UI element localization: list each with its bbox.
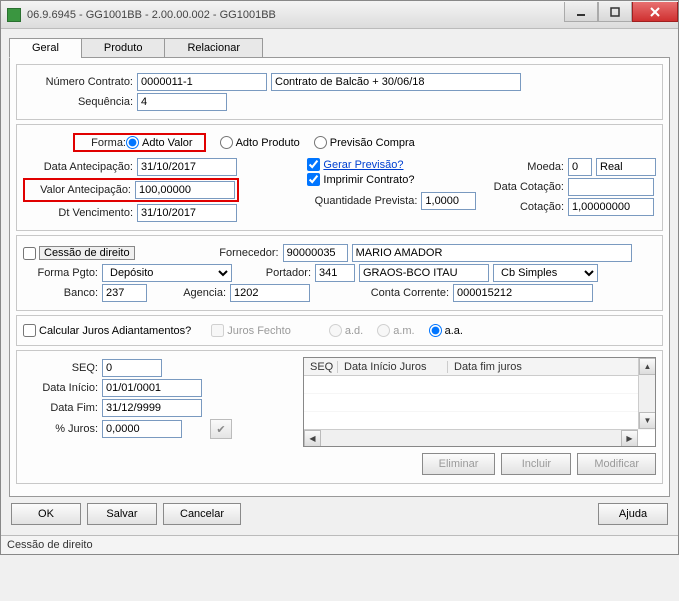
numero-contrato-label: Número Contrato: [23,76,133,88]
valor-antec-label: Valor Antecipação: [27,184,131,196]
portador-nome-field[interactable] [359,264,489,282]
group-antecipacao: Forma: Adto Valor Adto Produto Previsão … [16,124,663,231]
cotacao-field[interactable] [568,198,654,216]
ok-button[interactable]: OK [11,503,81,525]
scroll-left-icon[interactable]: ◀ [304,430,321,447]
dt-venc-field[interactable] [137,204,237,222]
app-icon [7,8,21,22]
data-antec-field[interactable] [137,158,237,176]
grid-vscroll[interactable]: ▲▼ [638,358,655,429]
grid-col-inicio: Data Início Juros [338,361,448,373]
data-fim-label: Data Fim: [23,402,98,414]
banco-field[interactable] [102,284,147,302]
sequencia-field[interactable] [137,93,227,111]
grid-col-seq: SEQ [304,361,338,373]
desc-contrato-field[interactable] [271,73,521,91]
modificar-button: Modificar [577,453,656,475]
sequencia-label: Sequência: [23,96,133,108]
qtd-prev-label: Quantidade Prevista: [307,195,417,207]
titlebar: 06.9.6945 - GG1001BB - 2.00.00.002 - GG1… [1,1,678,29]
check-imprimir-contrato[interactable]: Imprimir Contrato? [307,173,414,186]
radio-ad: a.d. [329,324,363,337]
ajuda-button[interactable]: Ajuda [598,503,668,525]
banco-label: Banco: [23,287,98,299]
radio-am: a.m. [377,324,414,337]
seq-label: SEQ: [23,362,98,374]
confirm-icon-button[interactable]: ✔ [210,419,232,439]
moeda-label: Moeda: [492,161,564,173]
check-calc-juros[interactable]: Calcular Juros Adiantamentos? [23,324,191,337]
forma-pgto-select[interactable]: Depósito [102,264,232,282]
data-antec-label: Data Antecipação: [23,161,133,173]
grid-body [304,376,655,430]
forma-pgto-label: Forma Pgto: [23,267,98,279]
moeda-field[interactable] [568,158,592,176]
window-title: 06.9.6945 - GG1001BB - 2.00.00.002 - GG1… [27,9,564,21]
incluir-button: Incluir [501,453,571,475]
check-juros-fechto: Juros Fechto [211,324,291,337]
agencia-label: Agencia: [151,287,226,299]
forma-label: Forma: [76,137,126,149]
cancelar-button[interactable]: Cancelar [163,503,241,525]
app-window: 06.9.6945 - GG1001BB - 2.00.00.002 - GG1… [0,0,679,555]
dt-venc-label: Dt Vencimento: [23,207,133,219]
tab-geral[interactable]: Geral [9,38,82,58]
tab-panel: Número Contrato: Sequência: Forma: Adto … [9,57,670,497]
data-inicio-field[interactable] [102,379,202,397]
data-inicio-label: Data Início: [23,382,98,394]
grid-hscroll[interactable]: ◀▶ [304,429,638,446]
fornecedor-label: Fornecedor: [179,247,279,259]
seq-field[interactable] [102,359,162,377]
moeda-desc-field[interactable] [596,158,656,176]
grid-col-fim: Data fim juros [448,361,655,373]
eliminar-button: Eliminar [422,453,496,475]
tab-relacionar[interactable]: Relacionar [164,38,263,58]
group-contrato: Número Contrato: Sequência: [16,64,663,120]
portador-cod-field[interactable] [315,264,355,282]
scroll-up-icon[interactable]: ▲ [639,358,656,375]
data-cot-field[interactable] [568,178,654,196]
data-cot-label: Data Cotação: [492,181,564,193]
qtd-prev-field[interactable] [421,192,476,210]
close-button[interactable] [632,2,678,22]
tab-produto[interactable]: Produto [81,38,166,58]
scroll-right-icon[interactable]: ▶ [621,430,638,447]
group-fornecedor: Cessão de direito Fornecedor: Forma Pgto… [16,235,663,311]
group-juros-detail: SEQ: Data Início: Data Fim: % Juros: ✔ S… [16,350,663,484]
scroll-down-icon[interactable]: ▼ [639,412,656,429]
valor-antec-field[interactable] [135,181,235,199]
group-juros-opts: Calcular Juros Adiantamentos? Juros Fech… [16,315,663,346]
status-bar: Cessão de direito [1,535,678,554]
conta-corrente-label: Conta Corrente: [314,287,449,299]
radio-adto-produto[interactable]: Adto Produto [220,136,300,149]
check-cessao-direito[interactable]: Cessão de direito [23,246,135,260]
pct-juros-field[interactable] [102,420,182,438]
juros-grid[interactable]: SEQ Data Início Juros Data fim juros ▲▼ … [303,357,656,447]
radio-adto-valor[interactable]: Adto Valor [126,136,193,149]
agencia-field[interactable] [230,284,310,302]
data-fim-field[interactable] [102,399,202,417]
cb-simples-select[interactable]: Cb Simples [493,264,598,282]
portador-label: Portador: [236,267,311,279]
radio-previsao-compra[interactable]: Previsão Compra [314,136,415,149]
salvar-button[interactable]: Salvar [87,503,157,525]
conta-corrente-field[interactable] [453,284,593,302]
radio-aa[interactable]: a.a. [429,324,463,337]
maximize-button[interactable] [598,2,632,22]
check-gerar-previsao[interactable]: Gerar Previsão? [307,158,403,171]
numero-contrato-field[interactable] [137,73,267,91]
pct-juros-label: % Juros: [23,423,98,435]
fornecedor-nome-field[interactable] [352,244,632,262]
minimize-button[interactable] [564,2,598,22]
cotacao-label: Cotação: [492,201,564,213]
fornecedor-cod-field[interactable] [283,244,348,262]
